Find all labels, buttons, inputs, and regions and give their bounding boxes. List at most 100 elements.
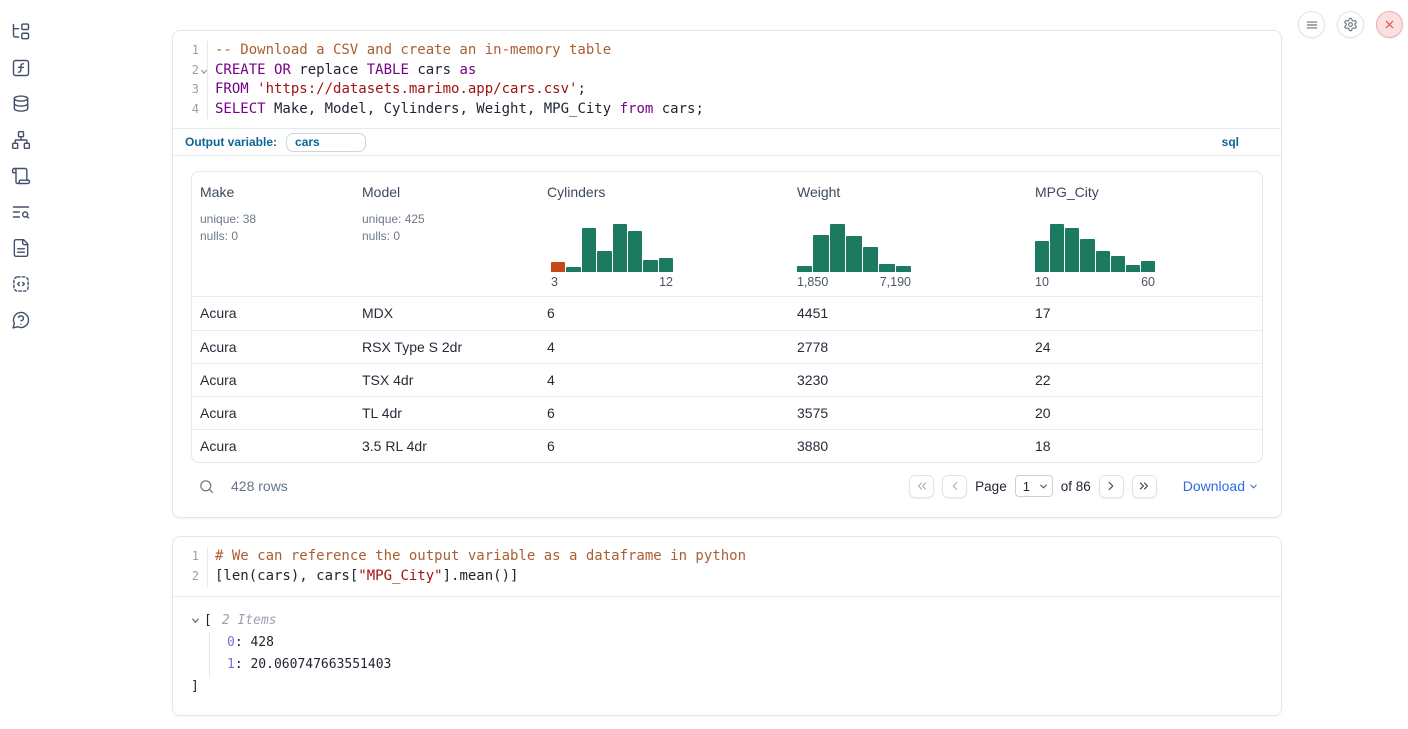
logs-icon[interactable] [11, 166, 31, 186]
table-row[interactable]: AcuraRSX Type S 2dr4277824 [192, 330, 1262, 363]
variables-icon[interactable] [11, 58, 31, 78]
column-title: Make [200, 184, 354, 200]
code-line[interactable]: 4SELECT Make, Model, Cylinders, Weight, … [173, 100, 1281, 120]
table-row[interactable]: AcuraTL 4dr6357520 [192, 396, 1262, 429]
column-header-model[interactable]: Model unique: 425 nulls: 0 [354, 184, 539, 296]
python-cell: 1# We can reference the output variable … [172, 536, 1282, 715]
chevrons-right-icon [1137, 479, 1151, 493]
chevron-down-icon [1038, 481, 1049, 492]
snippets-icon[interactable] [11, 274, 31, 294]
shutdown-button[interactable] [1376, 11, 1403, 38]
datasources-icon[interactable] [11, 94, 31, 114]
chevrons-left-icon [915, 479, 929, 493]
table-row[interactable]: Acura3.5 RL 4dr6388018 [192, 429, 1262, 462]
histogram-bar [1065, 228, 1079, 272]
column-header-make[interactable]: Make unique: 38 nulls: 0 [192, 184, 354, 296]
gutter-divider [199, 547, 208, 567]
column-stats: unique: 38 nulls: 0 [200, 211, 354, 244]
code-line[interactable]: 1# We can reference the output variable … [173, 547, 1281, 567]
table-row[interactable]: AcuraTSX 4dr4323022 [192, 363, 1262, 396]
histogram-bar [1141, 261, 1155, 272]
code-line[interactable]: 2[len(cars), cars["MPG_City"].mean()] [173, 567, 1281, 587]
outline-search-icon[interactable] [11, 202, 31, 222]
column-header-cylinders[interactable]: Cylinders 3 12 [539, 184, 789, 296]
histogram-bar [659, 258, 673, 272]
table-cell: Acura [192, 339, 354, 355]
sql-cell-output: Make unique: 38 nulls: 0 Model unique: 4… [173, 156, 1281, 517]
line-number: 2 [173, 567, 199, 587]
histogram-bar [863, 247, 878, 272]
code-text: CREATE OR replace TABLE cars as [208, 61, 476, 81]
python-cell-output: [ 2 Items 0: 4281: 20.060747663551403 ] [173, 597, 1281, 715]
table-cell: 24 [1027, 339, 1262, 355]
output-variable-input[interactable] [286, 133, 366, 152]
table-cell: Acura [192, 305, 354, 321]
table-cell: 3.5 RL 4dr [354, 438, 539, 454]
code-text: FROM 'https://datasets.marimo.app/cars.c… [208, 80, 586, 100]
documentation-icon[interactable] [11, 238, 31, 258]
next-page-button[interactable] [1099, 475, 1124, 498]
collapse-chevron-icon[interactable] [191, 616, 200, 625]
table-cell: 17 [1027, 305, 1262, 321]
table-cell: 6 [539, 305, 789, 321]
histogram-bar [1080, 239, 1094, 272]
close-bracket: ] [191, 677, 1263, 697]
sql-code-editor[interactable]: 1-- Download a CSV and create an in-memo… [173, 31, 1281, 128]
histogram-cylinders: 3 12 [551, 222, 673, 289]
dependencies-icon[interactable] [11, 130, 31, 150]
fold-chevron-icon[interactable] [199, 61, 208, 81]
python-code-editor[interactable]: 1# We can reference the output variable … [173, 537, 1281, 596]
axis-min: 3 [551, 275, 558, 289]
histogram-bar [797, 266, 812, 272]
stat-nulls: nulls: 0 [362, 228, 539, 245]
gutter-divider [199, 567, 208, 587]
table-cell: 22 [1027, 372, 1262, 388]
code-line[interactable]: 3 FROM 'https://datasets.marimo.app/cars.… [173, 80, 1281, 100]
help-icon[interactable] [11, 310, 31, 330]
language-badge: sql [1222, 135, 1269, 149]
gutter-divider [199, 80, 208, 100]
items-count: 2 Items [222, 610, 277, 632]
pagination: Page 1 of 86 Download [909, 475, 1261, 498]
table-cell: 2778 [789, 339, 1027, 355]
settings-button[interactable] [1337, 11, 1364, 38]
table-footer: 428 rows Page 1 of 86 [191, 467, 1263, 505]
table-cell: TL 4dr [354, 405, 539, 421]
column-title: MPG_City [1035, 184, 1262, 200]
output-variable-bar: Output variable: sql [173, 128, 1281, 156]
code-line[interactable]: 1-- Download a CSV and create an in-memo… [173, 41, 1281, 61]
table-body: AcuraMDX6445117AcuraRSX Type S 2dr427782… [192, 296, 1262, 462]
last-page-button[interactable] [1132, 475, 1157, 498]
line-number: 2 [173, 61, 199, 81]
file-explorer-icon[interactable] [11, 22, 31, 42]
code-line[interactable]: 2 CREATE OR replace TABLE cars as [173, 61, 1281, 81]
first-page-button[interactable] [909, 475, 934, 498]
stat-nulls: nulls: 0 [200, 228, 354, 245]
menu-button[interactable] [1298, 11, 1325, 38]
column-header-weight[interactable]: Weight 1,850 7,190 [789, 184, 1027, 296]
page-select[interactable]: 1 [1015, 475, 1053, 497]
axis-min: 1,850 [797, 275, 828, 289]
output-variable-label: Output variable: [185, 135, 277, 149]
table-cell: 4 [539, 339, 789, 355]
code-text: # We can reference the output variable a… [208, 547, 746, 567]
histogram-bar [551, 262, 565, 272]
row-count: 428 rows [231, 478, 288, 494]
download-button[interactable]: Download [1183, 478, 1259, 494]
column-header-mpg-city[interactable]: MPG_City 10 60 [1027, 184, 1262, 296]
table-row[interactable]: AcuraMDX6445117 [192, 296, 1262, 329]
line-number: 3 [173, 80, 199, 100]
histogram-axis-labels: 1,850 7,190 [797, 275, 911, 289]
output-list-item: 1: 20.060747663551403 [227, 654, 1263, 677]
histogram-axis-labels: 3 12 [551, 275, 673, 289]
page-label: Page [975, 479, 1007, 494]
table-cell: Acura [192, 405, 354, 421]
stat-unique: unique: 425 [362, 211, 539, 228]
histogram-bar [628, 231, 642, 272]
gear-icon [1343, 17, 1358, 32]
search-button[interactable] [193, 473, 219, 499]
table-cell: Acura [192, 372, 354, 388]
histogram-bar [1050, 224, 1064, 273]
download-label: Download [1183, 478, 1245, 494]
previous-page-button[interactable] [942, 475, 967, 498]
